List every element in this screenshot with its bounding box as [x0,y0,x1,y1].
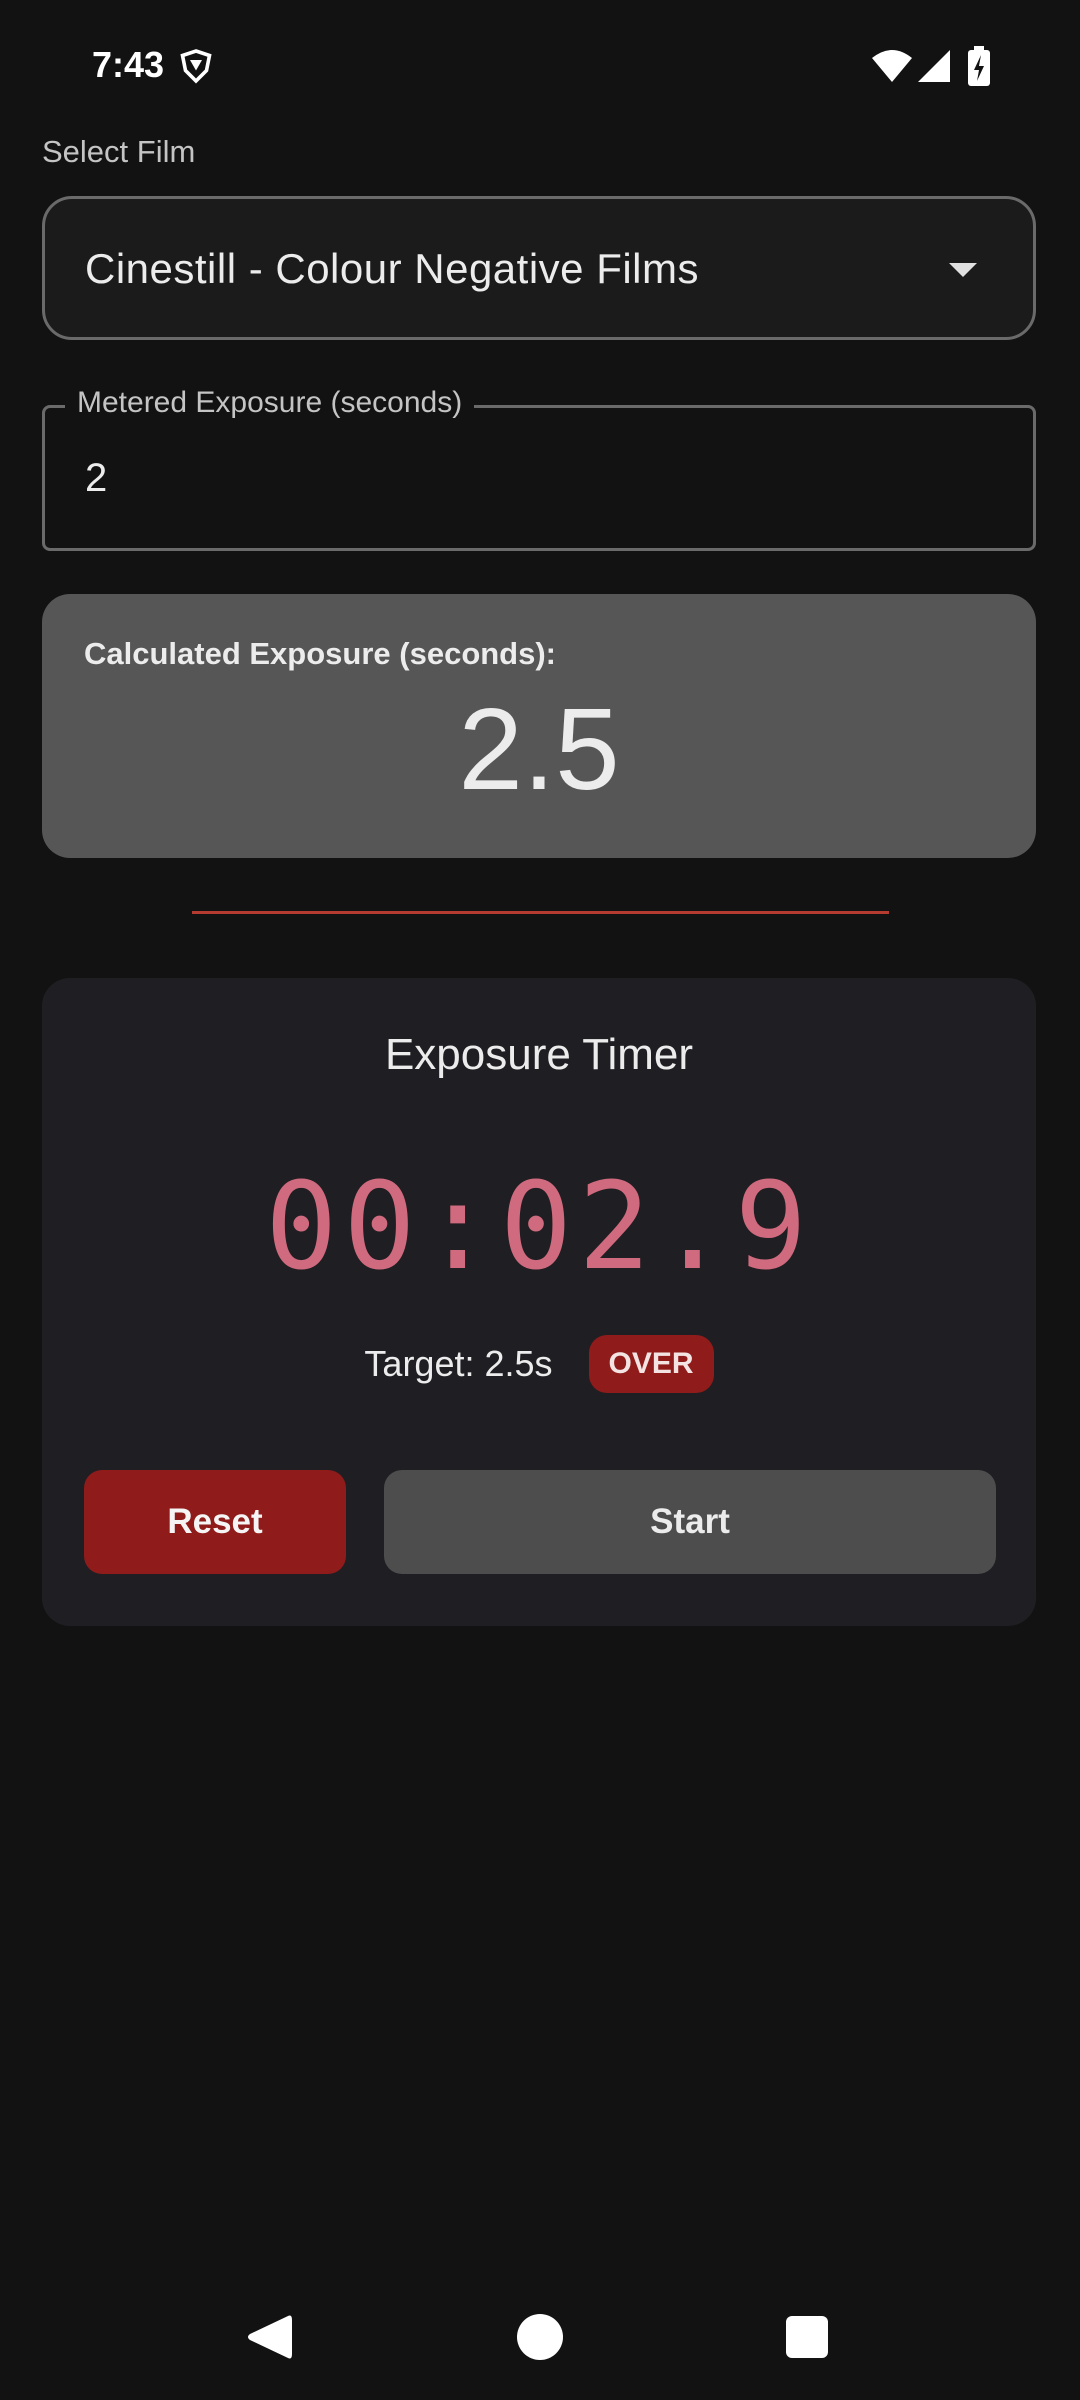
film-select-value: Cinestill - Colour Negative Films [85,245,699,292]
exposure-timer-card: Exposure Timer 00:02.9 Target: 2.5s OVER… [42,978,1036,1626]
calculated-exposure-panel: Calculated Exposure (seconds): 2.5 [42,594,1036,858]
calculated-exposure-value: 2.5 [458,684,620,814]
recents-icon[interactable] [786,2316,828,2358]
select-film-label: Select Film [42,134,196,169]
back-icon[interactable] [246,2312,292,2362]
status-bar: 7:43 [0,0,1080,130]
metered-exposure-field[interactable]: Metered Exposure (seconds) 2 [42,386,1036,551]
home-icon[interactable] [517,2314,563,2360]
chevron-down-icon [949,263,977,277]
film-select-dropdown[interactable]: Cinestill - Colour Negative Films [42,196,1036,340]
divider [192,911,889,914]
screen: 7:43 Select Film Cinestill - Colour Nega… [0,0,1080,2400]
vpn-shield-icon [180,49,212,84]
metered-exposure-input[interactable]: 2 [85,456,107,501]
reset-button[interactable]: Reset [84,1470,346,1574]
wifi-icon [872,50,912,82]
calculated-exposure-label: Calculated Exposure (seconds): [84,636,557,671]
status-time: 7:43 [92,44,165,85]
signal-icon [918,50,950,82]
metered-exposure-label: Metered Exposure (seconds) [65,386,475,420]
battery-charging-icon [968,46,990,86]
start-button[interactable]: Start [384,1470,996,1574]
target-row: Target: 2.5s OVER [42,1332,1036,1396]
status-badge: OVER [588,1335,714,1393]
timer-display: 00:02.9 [265,1158,813,1297]
target-text: Target: 2.5s [364,1343,553,1384]
timer-title: Exposure Timer [384,1030,694,1079]
